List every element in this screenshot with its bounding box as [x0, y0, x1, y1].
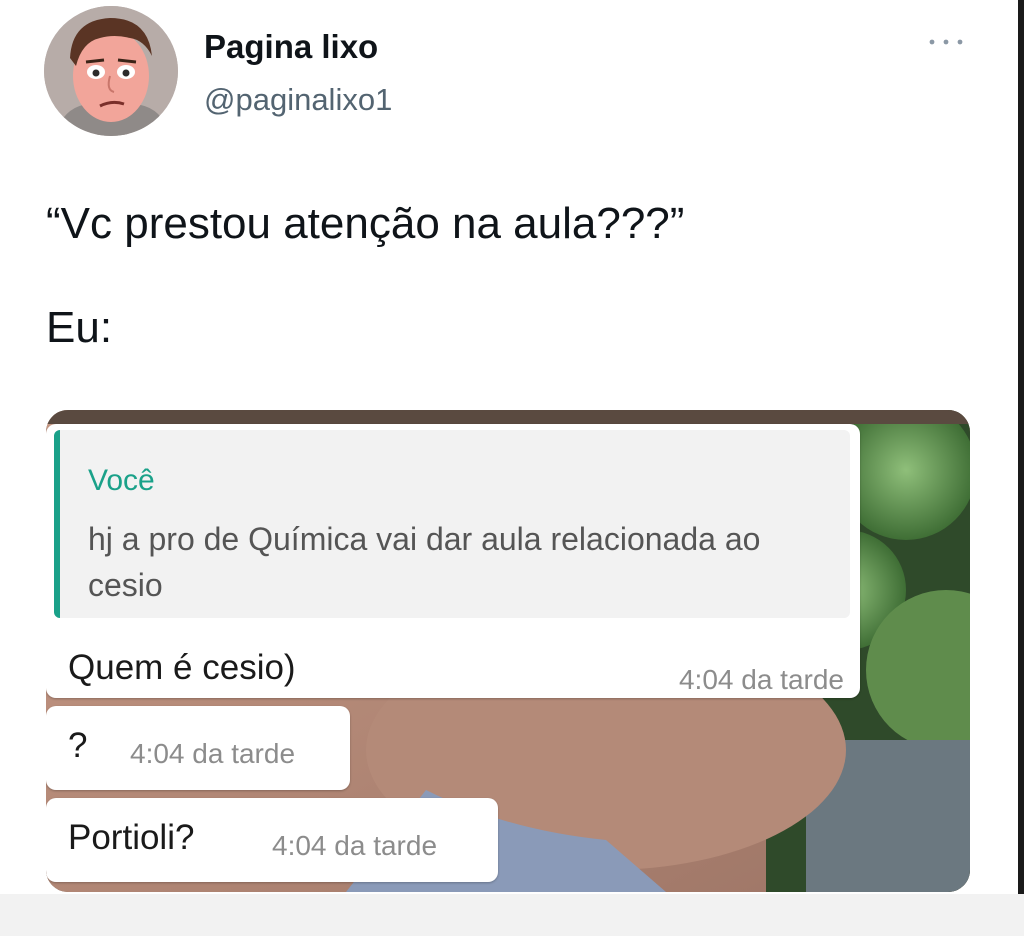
tweet-media[interactable]: Você hj a pro de Química vai dar aula re… — [46, 410, 970, 892]
bottom-border — [0, 894, 1024, 936]
quote-text: hj a pro de Química vai dar aula relacio… — [88, 521, 761, 603]
message-bubble-reply[interactable]: Você hj a pro de Química vai dar aula re… — [46, 424, 860, 698]
avatar[interactable] — [44, 6, 178, 136]
message-timestamp: 4:04 da tarde — [678, 664, 844, 695]
tweet-header: Pagina lixo @paginalixo1 — [44, 6, 984, 138]
quote-accent-bar — [54, 430, 60, 618]
right-border — [1018, 0, 1024, 894]
quoted-message[interactable]: Você hj a pro de Química vai dar aula re… — [54, 430, 850, 618]
message-text: Portioli? — [68, 818, 195, 857]
author-handle[interactable]: @paginalixo1 — [204, 82, 392, 118]
tweet-text-line-1: “Vc prestou atenção na aula???” — [46, 199, 685, 248]
message-bubble[interactable]: Portioli? 4:04 da tarde — [46, 798, 498, 882]
cartoon-face-avatar-icon — [44, 6, 178, 136]
quote-author: Você — [88, 464, 155, 497]
message-bubble[interactable]: ? 4:04 da tarde — [46, 706, 350, 790]
message-text: ? — [68, 726, 88, 765]
more-horizontal-icon[interactable] — [926, 34, 966, 50]
message-timestamp: 4:04 da tarde — [272, 830, 438, 861]
message-timestamp: 4:04 da tarde — [130, 738, 296, 769]
tweet-text-line-2: Eu: — [46, 303, 113, 352]
author-name[interactable]: Pagina lixo — [204, 28, 378, 66]
message-text: Quem é cesio) — [68, 648, 296, 687]
